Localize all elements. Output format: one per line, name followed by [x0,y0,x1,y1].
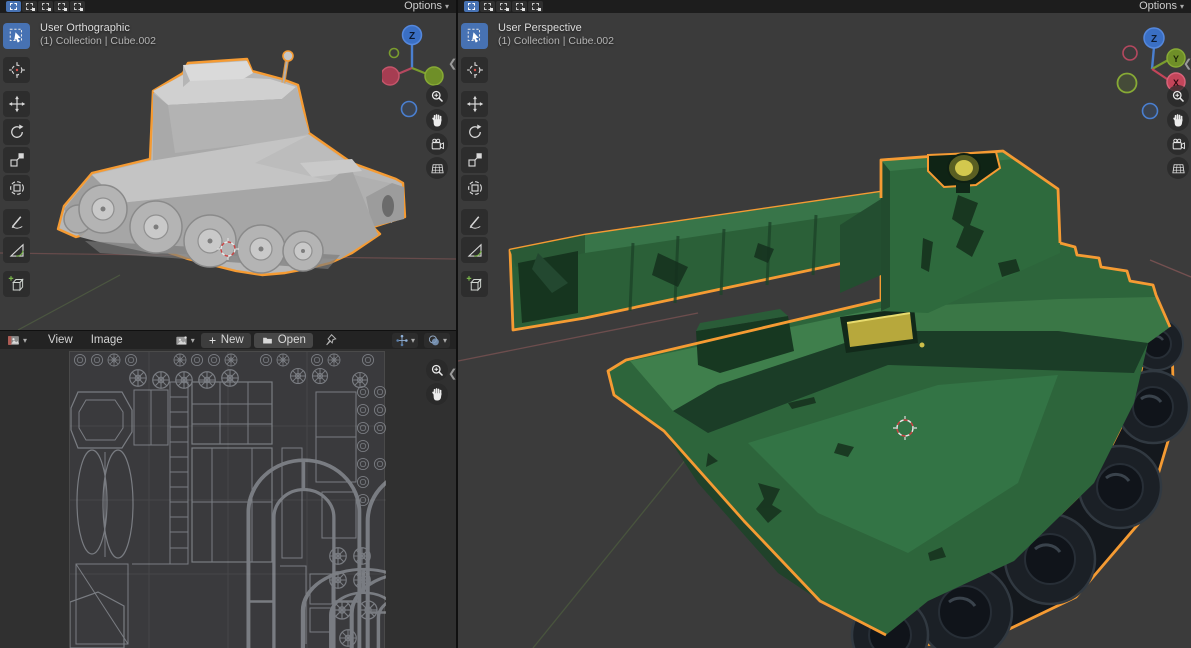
select-mode-invert-icon[interactable] [512,1,527,12]
gizmo-y-label: Y [1173,54,1179,64]
projection-toggle-button[interactable] [426,157,448,179]
options-label: Options [1139,1,1177,12]
select-mode-extend-icon[interactable] [480,1,495,12]
tool-move[interactable] [461,91,488,117]
viewport-canvas-left[interactable]: User Orthographic (1) Collection | Cube.… [0,13,456,330]
select-mode-extend-icon[interactable] [22,1,37,12]
sidebar-toggle-arrow[interactable]: ❮ [1183,57,1191,70]
uv-image-region [69,351,385,648]
uv-image-editor: ▾ View Image ▾ New Open ▾ [0,330,456,648]
tool-measure[interactable] [461,237,488,263]
select-mode-set-icon[interactable] [464,1,479,12]
menu-image[interactable]: Image [82,334,132,346]
select-mode-subtract-icon[interactable] [496,1,511,12]
select-mode-invert-icon[interactable] [54,1,69,12]
tool-transform[interactable] [3,175,30,201]
pan-hand-button[interactable] [1167,109,1189,131]
folder-icon [261,335,274,346]
pane-divider[interactable] [456,0,458,648]
tool-cursor[interactable] [461,57,488,83]
camera-view-button[interactable] [426,133,448,155]
open-image-button[interactable]: Open [254,333,313,348]
camera-view-button[interactable] [1167,133,1189,155]
zoom-button[interactable] [426,85,448,107]
pin-icon[interactable] [324,333,338,347]
new-image-label: New [221,334,244,346]
image-datablock-icon [174,334,189,347]
zoom-button[interactable] [1167,85,1189,107]
tool-add-cube[interactable] [3,271,30,297]
chevron-down-icon: ▾ [411,336,415,345]
scene-green-tank [458,13,1191,648]
options-label: Options [404,1,442,12]
select-mode-group [6,1,85,12]
select-mode-set-icon[interactable] [6,1,21,12]
sidebar-toggle-arrow[interactable]: ❮ [448,57,456,70]
plus-icon [208,336,217,345]
tool-rotate[interactable] [3,119,30,145]
tool-select-box[interactable] [461,23,488,49]
uv-editor-header: ▾ View Image ▾ New Open ▾ [0,330,456,349]
tool-select-box[interactable] [3,23,30,49]
view-controls-uv [426,359,448,405]
tool-scale[interactable] [461,147,488,173]
pan-hand-button[interactable] [426,383,448,405]
menu-view[interactable]: View [39,334,82,346]
sidebar-toggle-arrow[interactable]: ❮ [448,367,456,380]
uv-canvas[interactable]: ❮ [0,349,456,648]
uv-header-right-controls: ▾ ▾ [392,333,456,348]
view-controls-left [426,85,448,179]
chevron-down-icon: ▾ [443,336,447,345]
tool-transform[interactable] [461,175,488,201]
zoom-button[interactable] [426,359,448,381]
tool-measure[interactable] [3,237,30,263]
gizmo-z-label: Z [1151,34,1157,45]
select-mode-intersect-icon[interactable] [70,1,85,12]
viewport-left-orthographic: Options ▾ [0,0,456,330]
tool-settings-header-right: Options ▾ [458,0,1191,13]
toolbar-right [461,23,488,299]
tool-cursor[interactable] [3,57,30,83]
tool-annotate[interactable] [3,209,30,235]
chevron-down-icon: ▾ [445,1,449,12]
chevron-down-icon: ▾ [191,336,195,345]
tool-settings-header-left: Options ▾ [0,0,456,13]
gizmos-dropdown[interactable]: ▾ [392,333,418,348]
overlays-icon [427,334,441,347]
gizmos-icon [395,334,409,347]
chevron-down-icon: ▾ [23,336,27,345]
tool-move[interactable] [3,91,30,117]
select-mode-intersect-icon[interactable] [528,1,543,12]
viewport-right-perspective: Options ▾ [458,0,1191,648]
uv-wireframe [70,352,386,648]
viewport-canvas-right[interactable]: User Perspective (1) Collection | Cube.0… [458,13,1191,648]
blender-window: Options ▾ [0,0,1191,648]
chevron-down-icon: ▾ [1180,1,1184,12]
options-dropdown[interactable]: Options ▾ [1136,1,1187,12]
projection-toggle-button[interactable] [1167,157,1189,179]
editor-type-dropdown[interactable]: ▾ [0,334,31,347]
new-image-button[interactable]: New [201,333,251,348]
tool-scale[interactable] [3,147,30,173]
open-image-label: Open [278,334,306,346]
tool-rotate[interactable] [461,119,488,145]
pan-hand-button[interactable] [426,109,448,131]
view-controls-right [1167,85,1189,179]
tool-annotate[interactable] [461,209,488,235]
overlays-dropdown[interactable]: ▾ [424,333,450,348]
image-datablock-dropdown[interactable]: ▾ [174,334,195,347]
select-mode-subtract-icon[interactable] [38,1,53,12]
image-editor-icon [6,334,21,347]
select-mode-group [464,1,543,12]
tool-add-cube[interactable] [461,271,488,297]
options-dropdown[interactable]: Options ▾ [401,1,452,12]
gizmo-z-label: Z [409,31,415,42]
toolbar-left [3,23,30,299]
